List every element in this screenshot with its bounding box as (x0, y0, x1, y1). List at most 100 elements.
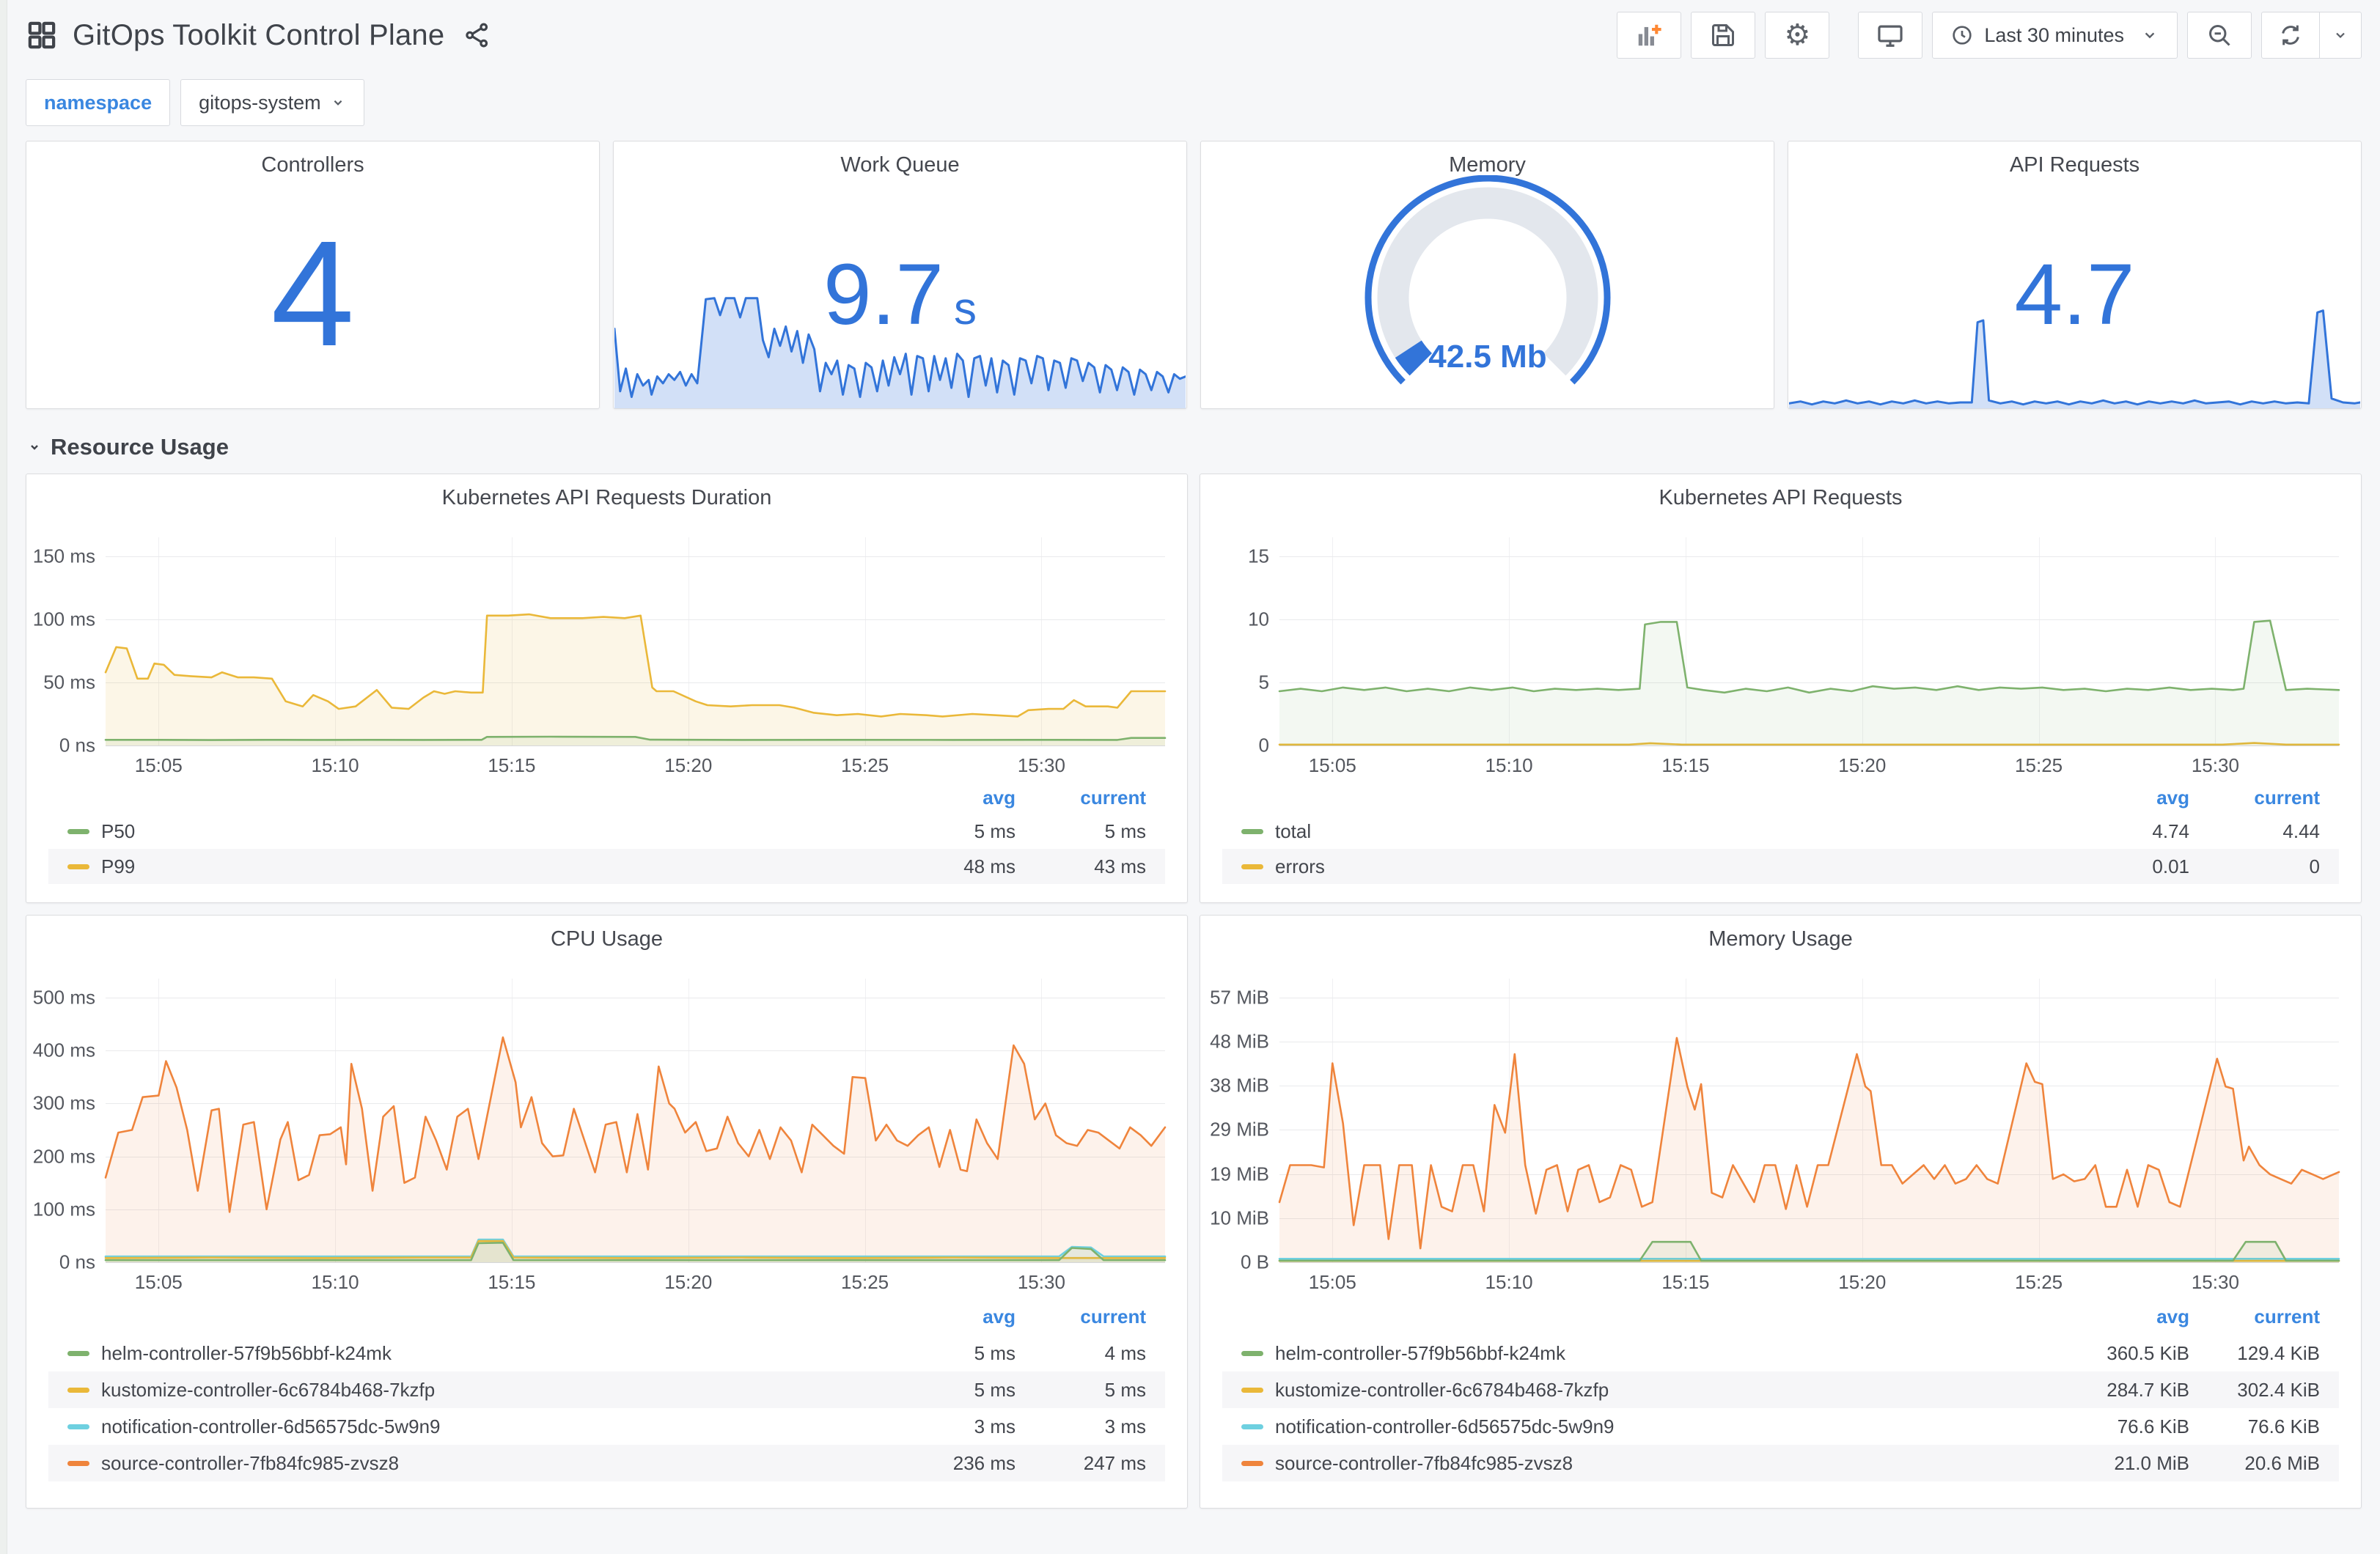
legend-row: errors 0.01 0 (1222, 849, 2339, 884)
x-axis-label: 15:30 (2191, 1271, 2239, 1293)
x-axis-label: 15:05 (134, 754, 183, 776)
clock-icon (1950, 23, 1974, 47)
work-queue-unit: s (954, 284, 977, 334)
x-axis-label: 15:25 (841, 1271, 889, 1293)
series-color-dash (67, 1460, 89, 1466)
legend-current-value: 3 ms (1104, 1415, 1146, 1437)
legend-row: helm-controller-57f9b56bbf-k24mk 360.5 Ki… (1222, 1335, 2339, 1371)
charts-row-2: CPU Usage 15:05 15:10 15:15 15:20 15:25 15:30… (26, 915, 2362, 1509)
row-resource-usage[interactable]: Resource Usage (26, 434, 2362, 460)
legend-header: avg current (48, 781, 1165, 814)
legend-current-value: 302.4 KiB (2237, 1378, 2320, 1401)
legend-current-value: 20.6 MiB (2244, 1451, 2320, 1474)
legend-row: source-controller-7fb84fc985-zvsz8 236 ms… (48, 1445, 1165, 1481)
panel-title[interactable]: Memory Usage (1200, 916, 2361, 960)
legend-current-value: 43 ms (1094, 855, 1146, 877)
series-color-dash (1241, 1350, 1263, 1356)
x-axis-label: 15:25 (841, 754, 889, 776)
legend-current-value: 5 ms (1104, 820, 1146, 842)
stats-row: Controllers 4 Work Queue 9.7 s Memory 42.… (26, 141, 2362, 409)
series-color-dash (1241, 863, 1263, 869)
variable-label: namespace (44, 91, 153, 114)
legend-series-name[interactable]: notification-controller-6d56575dc-5w9n9 (101, 1415, 891, 1438)
legend-series-name[interactable]: errors (1275, 855, 2065, 878)
panel-title[interactable]: Work Queue (614, 141, 1186, 185)
legend-avg-value: 21.0 MiB (2114, 1451, 2189, 1474)
save-icon (1710, 22, 1736, 48)
legend-col-avg[interactable]: avg (891, 787, 1015, 809)
zoom-out-icon (2206, 22, 2233, 48)
chevron-down-icon (2140, 26, 2159, 45)
save-dashboard-button[interactable] (1691, 12, 1756, 59)
tv-icon (1876, 21, 1904, 49)
legend-row: kustomize-controller-6c6784b468-7kzfp 284… (1222, 1371, 2339, 1408)
legend-avg-value: 5 ms (974, 1341, 1015, 1364)
series-fill (1279, 620, 2339, 745)
gauge-value-arc (1395, 340, 1432, 376)
legend-series-name[interactable]: notification-controller-6d56575dc-5w9n9 (1275, 1415, 2065, 1438)
side-menu-edge (0, 0, 7, 1554)
legend-current-value: 4 ms (1104, 1341, 1146, 1364)
x-axis-label: 15:30 (1017, 1271, 1065, 1293)
legend-series-name[interactable]: source-controller-7fb84fc985-zvsz8 (101, 1452, 891, 1475)
x-axis-label: 15:25 (2015, 1271, 2063, 1293)
kubernetes-api-requests-plot[interactable]: 15:05 15:10 15:15 15:20 15:25 15:30 0 5 10 15 (1248, 537, 2340, 776)
legend: avg current P50 5 ms 5 ms P99 48 ms 43 ms (48, 781, 1165, 884)
y-axis-label: 15 (1248, 545, 1269, 567)
zoom-out-button[interactable] (2187, 12, 2252, 59)
panel-title[interactable]: CPU Usage (26, 916, 1187, 960)
legend-series-name[interactable]: total (1275, 820, 2065, 843)
gear-icon: ⚙ (1784, 19, 1811, 51)
add-panel-icon (1635, 21, 1663, 49)
panel-title[interactable]: Kubernetes API Requests (1200, 474, 2361, 518)
cycle-view-mode-button[interactable] (1858, 12, 1923, 59)
legend-series-name[interactable]: kustomize-controller-6c6784b468-7kzfp (101, 1379, 891, 1402)
panel-api-requests: API Requests 4.7 (1788, 141, 2362, 409)
y-axis-label: 10 MiB (1210, 1207, 1269, 1229)
panel-title[interactable]: Kubernetes API Requests Duration (26, 474, 1187, 518)
legend-series-name[interactable]: source-controller-7fb84fc985-zvsz8 (1275, 1452, 2065, 1475)
legend-series-name[interactable]: helm-controller-57f9b56bbf-k24mk (1275, 1342, 2065, 1365)
legend-avg-value: 5 ms (974, 1378, 1015, 1401)
dashboard: GitOps Toolkit Control Plane ⚙ Last 30 m… (7, 0, 2380, 1535)
legend-avg-value: 76.6 KiB (2117, 1415, 2189, 1437)
dashboard-grid-icon[interactable] (26, 19, 58, 51)
legend-col-avg[interactable]: avg (2065, 1306, 2189, 1328)
legend-col-avg[interactable]: avg (891, 1306, 1015, 1328)
legend-col-current[interactable]: current (1015, 787, 1146, 809)
legend-series-name[interactable]: kustomize-controller-6c6784b468-7kzfp (1275, 1379, 2065, 1402)
submenu: namespace gitops-system (26, 79, 2362, 126)
legend-col-avg[interactable]: avg (2065, 787, 2189, 809)
series-line (1278, 619, 2340, 694)
memory-usage-plot[interactable]: 15:05 15:10 15:15 15:20 15:25 15:30 0 B 10 MiB 1… (1210, 979, 2340, 1293)
y-axis-label: 29 MiB (1210, 1118, 1269, 1141)
legend-col-current[interactable]: current (2189, 787, 2320, 809)
charts-row-1: Kubernetes API Requests Duration 15:05 15… (26, 474, 2362, 903)
legend-series-name[interactable]: helm-controller-57f9b56bbf-k24mk (101, 1342, 891, 1365)
api-requests-duration-plot[interactable]: 15:05 15:10 15:15 15:20 15:25 15:30 0 ns 50 ms 1… (33, 537, 1167, 776)
legend-col-current[interactable]: current (2189, 1306, 2320, 1328)
time-range-picker[interactable]: Last 30 minutes (1932, 12, 2178, 59)
panel-title[interactable]: Controllers (26, 141, 599, 185)
legend-current-value: 5 ms (1104, 1378, 1146, 1401)
refresh-interval-dropdown[interactable] (2319, 12, 2361, 58)
legend-col-current[interactable]: current (1015, 1306, 1146, 1328)
dashboard-settings-button[interactable]: ⚙ (1765, 12, 1830, 59)
x-axis-label: 15:15 (488, 754, 536, 776)
share-icon[interactable] (463, 21, 491, 49)
x-axis-label: 15:20 (1838, 1271, 1887, 1293)
legend-series-name[interactable]: P50 (101, 820, 891, 843)
add-panel-button[interactable] (1617, 12, 1682, 59)
namespace-select[interactable]: gitops-system (180, 79, 364, 126)
legend-current-value: 76.6 KiB (2247, 1415, 2320, 1437)
page-title: GitOps Toolkit Control Plane (73, 18, 445, 51)
series-color-dash (67, 863, 89, 869)
x-axis-label: 15:05 (1308, 754, 1356, 776)
panel-title[interactable]: API Requests (1788, 141, 2361, 185)
legend-series-name[interactable]: P99 (101, 855, 891, 878)
chevron-down-icon (2332, 26, 2349, 44)
legend-current-value: 4.44 (2282, 820, 2320, 842)
refresh-button[interactable] (2262, 12, 2319, 58)
cpu-usage-plot[interactable]: 15:05 15:10 15:15 15:20 15:25 15:30 0 ns 100 ms… (33, 979, 1167, 1293)
legend-header: avg current (1222, 781, 2339, 814)
